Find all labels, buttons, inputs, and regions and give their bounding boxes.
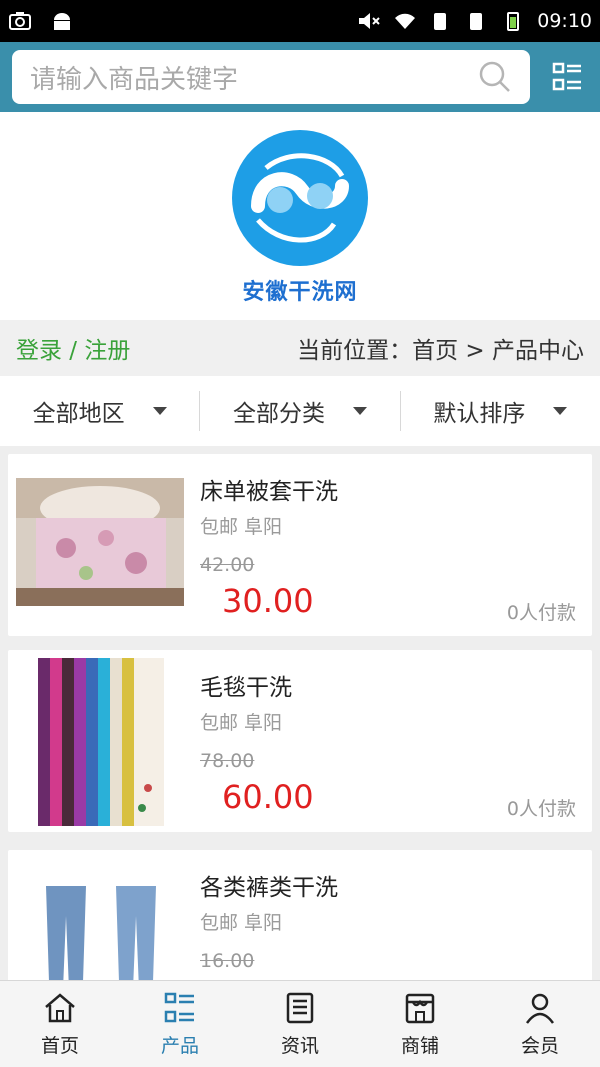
battery-icon [507,12,520,31]
brand-banner: 安徽干洗网 [0,112,600,320]
breadcrumb: 当前位置：首页 > 产品中心 [297,338,584,364]
product-card[interactable]: 毛毯干洗 包邮 阜阳 78.00 60.00 0人付款 [8,650,592,832]
screenshot-icon [9,12,31,30]
brand-name: 安徽干洗网 [242,280,358,305]
wifi-icon [395,13,416,29]
person-icon [525,993,555,1024]
caret-down-icon [553,407,568,415]
location-bar: 登录 / 注册 当前位置：首页 > 产品中心 [0,320,600,376]
filter-region-dropdown[interactable]: 全部地区 [0,391,199,431]
tab-products[interactable]: 产品 [120,981,240,1067]
product-price: 60.00 [222,778,314,816]
filter-sort-label: 默认排序 [433,401,526,427]
search-placeholder: 请输入商品关键字 [30,64,239,95]
search-icon[interactable] [478,60,512,94]
product-paid-count: 0人付款 [506,602,576,624]
caret-down-icon [152,407,167,415]
home-icon [45,992,75,1022]
product-paid-count: 0人付款 [506,798,576,820]
product-old-price: 42.00 [200,554,255,576]
product-title[interactable]: 各类裤类干洗 [200,868,338,902]
product-image-blanket[interactable] [38,658,164,826]
search-input[interactable]: 请输入商品关键字 [12,50,530,104]
product-meta: 包邮 阜阳 [200,516,283,538]
product-card[interactable]: 床单被套干洗 包邮 阜阳 42.00 30.00 0人付款 [8,454,592,636]
caret-down-icon [352,407,367,415]
product-image-pants[interactable] [16,886,184,982]
sim2-icon [470,13,483,30]
tab-label: 产品 [160,1034,199,1057]
product-title[interactable]: 毛毯干洗 [200,668,292,702]
bottom-tab-bar: 首页 产品 资讯 商铺 会员 [0,980,600,1067]
filter-bar: 全部地区 全部分类 默认排序 [0,376,600,446]
product-title[interactable]: 床单被套干洗 [200,472,338,506]
filter-category-dropdown[interactable]: 全部分类 [199,391,399,431]
tab-shop[interactable]: 商铺 [360,981,480,1067]
category-list-icon [552,62,581,91]
product-meta: 包邮 阜阳 [200,912,283,934]
filter-sort-dropdown[interactable]: 默认排序 [399,391,600,431]
status-bar: 09:10 [0,0,600,42]
category-menu-button[interactable] [548,57,588,97]
product-image-bedding[interactable] [16,478,184,606]
tab-member[interactable]: 会员 [480,981,600,1067]
filter-category-label: 全部分类 [232,401,325,427]
product-price: 30.00 [222,582,314,620]
tab-home[interactable]: 首页 [0,981,120,1067]
news-icon [286,992,314,1023]
sim1-icon [434,13,447,30]
filter-region-label: 全部地区 [32,401,125,427]
product-old-price: 78.00 [200,750,255,772]
tab-label: 资讯 [280,1034,319,1057]
login-register-link[interactable]: 登录 / 注册 [16,331,130,365]
mute-icon [359,13,380,29]
brand-logo-icon [232,130,368,266]
shop-icon [405,993,435,1023]
grid-list-icon [164,992,194,1022]
product-old-price: 16.00 [200,950,255,972]
tab-label: 会员 [520,1034,559,1057]
top-header: 请输入商品关键字 [0,42,600,112]
clock: 09:10 [537,10,592,32]
android-icon [54,13,70,30]
tab-label: 商铺 [400,1034,439,1057]
tab-label: 首页 [40,1034,79,1057]
tab-news[interactable]: 资讯 [240,981,360,1067]
product-meta: 包邮 阜阳 [200,712,283,734]
